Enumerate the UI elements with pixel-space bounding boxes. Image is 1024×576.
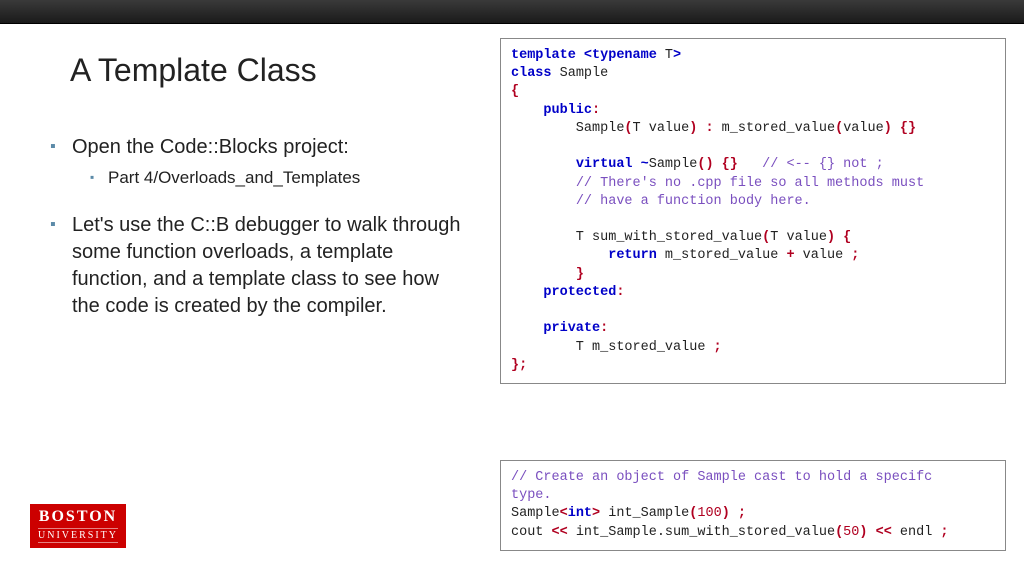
bullet-list: Open the Code::Blocks project:Part 4/Ove…	[50, 134, 470, 342]
code-block-class: template <typename T> class Sample { pub…	[500, 38, 1006, 384]
bullet-item: Open the Code::Blocks project:Part 4/Ove…	[50, 134, 470, 190]
bullet-item: Let's use the C::B debugger to walk thro…	[50, 212, 470, 320]
logo: BOSTON UNIVERSITY	[30, 504, 126, 548]
code-block-usage: // Create an object of Sample cast to ho…	[500, 460, 1006, 551]
slide: A Template Class Open the Code::Blocks p…	[0, 24, 1024, 576]
title-bar	[0, 0, 1024, 24]
bullet-subitem: Part 4/Overloads_and_Templates	[72, 167, 470, 190]
logo-line2: UNIVERSITY	[38, 528, 118, 543]
logo-line1: BOSTON	[38, 508, 118, 526]
slide-title: A Template Class	[70, 52, 317, 89]
